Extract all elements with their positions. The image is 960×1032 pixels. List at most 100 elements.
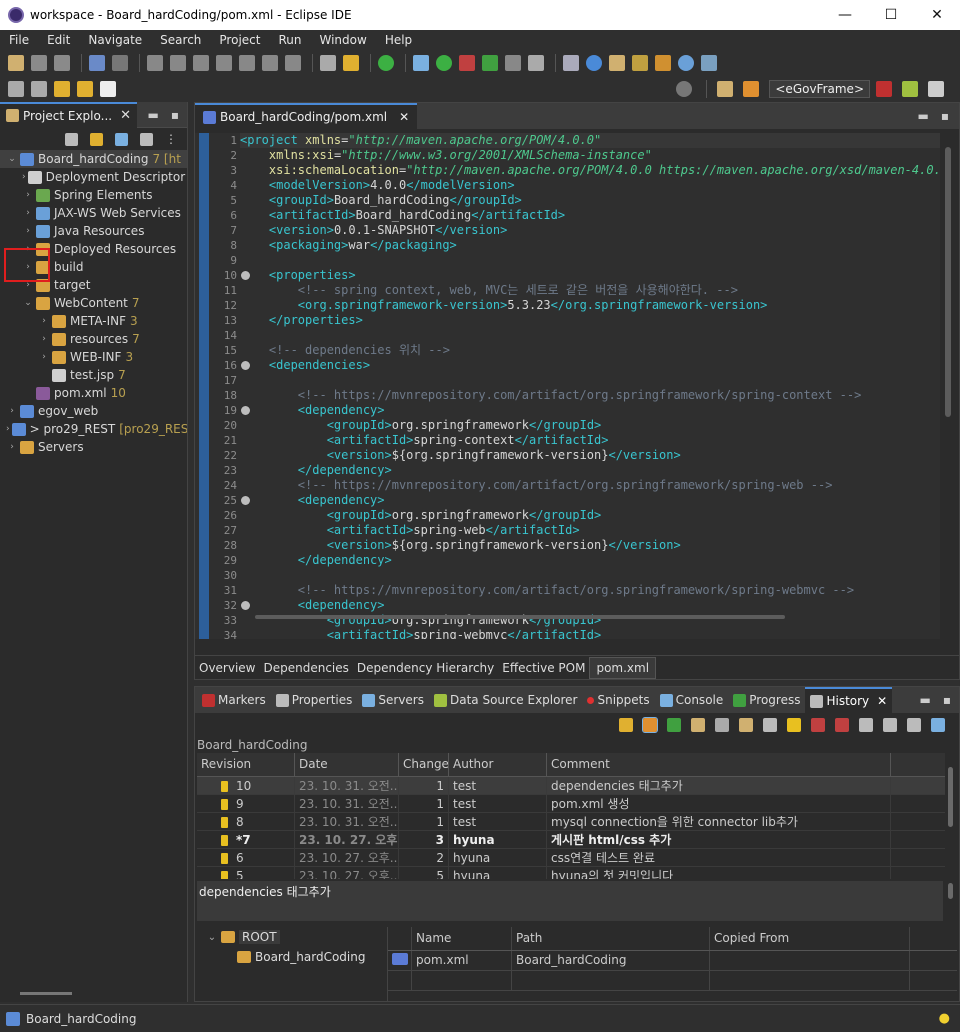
open-type-icon[interactable] xyxy=(655,55,671,71)
menu-navigate[interactable]: Navigate xyxy=(79,33,151,47)
link-with-editor-icon[interactable] xyxy=(642,717,658,733)
group-by-date-icon[interactable] xyxy=(691,718,705,732)
chevron-right-icon[interactable]: › xyxy=(38,352,50,362)
chevron-right-icon[interactable]: › xyxy=(6,442,18,452)
back-icon[interactable] xyxy=(77,81,93,97)
tree-item[interactable]: test.jsp 7 xyxy=(0,366,187,384)
egov-perspective-icon[interactable] xyxy=(743,81,760,97)
maximize-editor-icon[interactable]: ▪ xyxy=(941,109,949,123)
code-line[interactable] xyxy=(240,373,940,388)
disconnect-icon[interactable] xyxy=(216,55,232,71)
spring-icon[interactable] xyxy=(586,55,602,71)
tree-item[interactable]: pom.xml 10 xyxy=(0,384,187,402)
tree-item[interactable]: › Spring Elements xyxy=(0,186,187,204)
chevron-right-icon[interactable]: › xyxy=(6,424,10,434)
collapse-all-icon[interactable] xyxy=(811,718,825,732)
new-icon[interactable] xyxy=(8,55,24,71)
table-row[interactable]: 5 23. 10. 27. 오후... 5 hyuna hyuna의 첫 커밋입니다 xyxy=(197,866,945,879)
code-line[interactable]: <dependencies> xyxy=(240,358,940,373)
code-line[interactable]: <dependency> xyxy=(240,598,940,613)
revision-comment-text[interactable]: dependencies 태그추가 xyxy=(197,881,943,921)
open-perspective-icon[interactable] xyxy=(717,81,734,97)
more-options-icon[interactable]: ⋮ xyxy=(165,132,177,146)
search-icon[interactable] xyxy=(676,81,693,97)
skip-breakpoints-icon[interactable] xyxy=(112,55,128,71)
toggle-block-icon[interactable] xyxy=(320,55,336,71)
tree-item[interactable]: › Java Resources xyxy=(0,222,187,240)
power-icon[interactable] xyxy=(378,55,394,71)
view-menu-icon[interactable] xyxy=(140,132,153,146)
code-line[interactable]: <groupId>org.springframework</groupId> xyxy=(240,418,940,433)
local-revisions-icon[interactable] xyxy=(739,718,753,732)
editor-page-tab[interactable]: pom.xml xyxy=(589,656,657,679)
tree-item[interactable]: › Servers xyxy=(0,438,187,456)
forward-icon[interactable] xyxy=(100,81,116,97)
editor-page-tab[interactable]: Dependencies xyxy=(260,661,353,675)
next-icon[interactable] xyxy=(859,718,873,732)
close-icon[interactable]: ✕ xyxy=(120,108,131,123)
close-button[interactable]: ✕ xyxy=(914,0,960,30)
code-line[interactable]: <version>${org.springframework-version}<… xyxy=(240,538,940,553)
column-changes[interactable]: Changes xyxy=(399,753,449,776)
view-menu-icon[interactable] xyxy=(931,718,945,732)
code-line[interactable]: <dependency> xyxy=(240,403,940,418)
minimize-editor-icon[interactable]: ▬ xyxy=(918,109,929,123)
link-editor-icon[interactable] xyxy=(90,132,103,146)
code-line[interactable]: xmlns:xsi="http://www.w3.org/2001/XMLSch… xyxy=(240,148,940,163)
chevron-right-icon[interactable]: › xyxy=(22,226,34,236)
tree-item-project[interactable]: Board_hardCoding xyxy=(197,947,387,967)
save-all-icon[interactable] xyxy=(54,55,70,71)
chevron-right-icon[interactable]: › xyxy=(38,334,50,344)
code-line[interactable]: <version>${org.springframework-version}<… xyxy=(240,448,940,463)
run-perspective-icon[interactable] xyxy=(928,81,944,97)
tab-data-source-explorer[interactable]: Data Source Explorer xyxy=(429,687,582,713)
step-over-icon[interactable] xyxy=(262,55,278,71)
column-date[interactable]: Date xyxy=(295,753,399,776)
code-line[interactable]: </dependency> xyxy=(240,463,940,478)
new-package-icon[interactable] xyxy=(609,55,625,71)
tree-item[interactable]: ⌄ Board_hardCoding 7 [ht xyxy=(0,150,187,168)
compare-mode-icon[interactable] xyxy=(715,718,729,732)
resume-icon[interactable] xyxy=(147,55,163,71)
open-terminal-icon[interactable] xyxy=(89,55,105,71)
external-tools-icon[interactable] xyxy=(528,55,544,71)
code-line[interactable] xyxy=(240,253,940,268)
minimize-view-icon[interactable]: ▬ xyxy=(920,693,931,707)
local-and-remote-icon[interactable] xyxy=(787,718,801,732)
tips-lightbulb-icon[interactable]: ● xyxy=(939,1011,950,1026)
tab-history[interactable]: History ✕ xyxy=(805,687,893,713)
remote-revisions-icon[interactable] xyxy=(763,718,777,732)
code-line[interactable]: <artifactId>spring-web</artifactId> xyxy=(240,523,940,538)
code-line[interactable]: <groupId>org.springframework</groupId> xyxy=(240,508,940,523)
tab-snippets[interactable]: Snippets xyxy=(582,687,654,713)
stop-icon[interactable] xyxy=(505,55,521,71)
table-row[interactable]: 6 23. 10. 27. 오후... 2 hyuna css연결 테스트 완료 xyxy=(197,848,945,867)
table-row[interactable]: pom.xml Board_hardCoding xyxy=(388,950,957,971)
tree-item[interactable]: › Deployment Descriptor xyxy=(0,168,187,186)
minimize-button[interactable]: — xyxy=(822,0,868,30)
chevron-right-icon[interactable]: › xyxy=(22,190,34,200)
code-line[interactable]: <artifactId>Board_hardCoding</artifactId… xyxy=(240,208,940,223)
code-line[interactable]: </dependency> xyxy=(240,553,940,568)
run-icon[interactable] xyxy=(436,55,452,71)
menu-help[interactable]: Help xyxy=(376,33,421,47)
column-author[interactable]: Author xyxy=(449,753,547,776)
code-line[interactable]: <modelVersion>4.0.0</modelVersion> xyxy=(240,178,940,193)
egovframe-perspective-label[interactable]: <eGovFrame> xyxy=(769,80,870,98)
code-line[interactable]: xsi:schemaLocation="http://maven.apache.… xyxy=(240,163,940,178)
code-text[interactable]: <project xmlns="http://maven.apache.org/… xyxy=(240,133,940,639)
last-edit-location-icon[interactable] xyxy=(54,81,70,97)
remove-icon[interactable] xyxy=(835,718,849,732)
chevron-right-icon[interactable]: › xyxy=(22,208,34,218)
tree-item[interactable]: › WEB-INF 3 xyxy=(0,348,187,366)
mark-occurrences-icon[interactable] xyxy=(343,55,359,71)
code-line[interactable] xyxy=(240,328,940,343)
column-path[interactable]: Path xyxy=(512,927,710,950)
next-annotation-icon[interactable] xyxy=(8,81,24,97)
minimize-view-icon[interactable]: ▬ xyxy=(148,108,159,122)
table-row[interactable]: 9 23. 10. 31. 오전... 1 test pom.xml 생성 xyxy=(197,794,945,813)
column-name[interactable]: Name xyxy=(412,927,512,950)
explorer-horizontal-scrollbar[interactable] xyxy=(20,992,72,995)
maximize-button[interactable]: ☐ xyxy=(868,0,914,30)
editor-vertical-scrollbar[interactable] xyxy=(945,147,951,417)
